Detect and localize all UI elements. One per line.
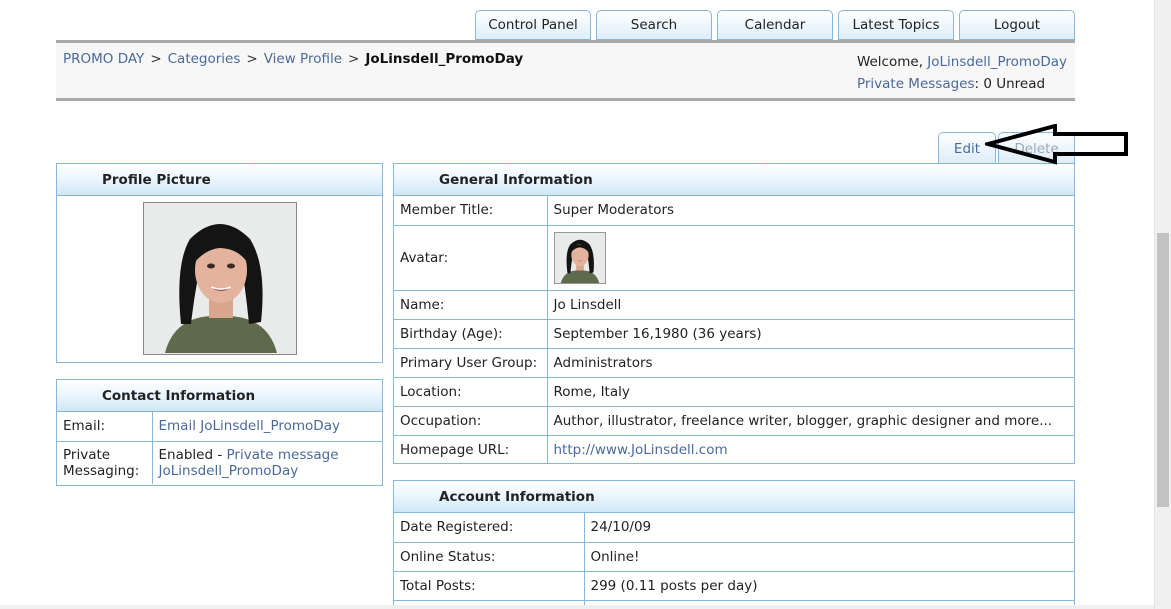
table-row: Total Posts: 299 (0.11 posts per day)	[394, 571, 1074, 601]
general-information-panel: General Information Member Title: Super …	[393, 163, 1075, 464]
location-value: Rome, Italy	[547, 377, 1074, 407]
control-panel-button[interactable]: Control Panel	[475, 10, 591, 40]
breadcrumb-separator: >	[348, 51, 360, 67]
latest-topics-button[interactable]: Latest Topics	[838, 10, 954, 40]
avatar-label: Avatar:	[394, 225, 548, 291]
breadcrumb-item-promo-day[interactable]: PROMO DAY	[63, 51, 144, 67]
location-label: Location:	[394, 377, 548, 407]
table-row: Private Messaging: Enabled - Private mes…	[57, 441, 382, 484]
birthday-label: Birthday (Age):	[394, 319, 548, 349]
pm-enabled-text: Enabled -	[158, 446, 227, 463]
account-information-panel: Account Information Date Registered: 24/…	[393, 480, 1075, 609]
name-label: Name:	[394, 290, 548, 320]
table-row: Occupation: Author, illustrator, freelan…	[394, 406, 1074, 436]
occupation-label: Occupation:	[394, 406, 548, 436]
table-row: Birthday (Age): September 16,1980 (36 ye…	[394, 319, 1074, 349]
search-button[interactable]: Search	[596, 10, 712, 40]
welcome-prefix: Welcome,	[856, 54, 928, 70]
profile-picture-panel: Profile Picture	[56, 163, 383, 363]
table-row: Avatar:	[394, 225, 1074, 291]
member-title-label: Member Title:	[394, 196, 548, 226]
table-row: Location: Rome, Italy	[394, 377, 1074, 407]
breadcrumb-bar: PROMO DAY > Categories > View Profile > JoLins…	[56, 40, 1075, 101]
table-row: Email: Email JoLinsdell_PromoDay	[57, 412, 382, 442]
primary-user-group-value: Administrators	[547, 348, 1074, 378]
primary-user-group-label: Primary User Group:	[394, 348, 548, 378]
table-row: Homepage URL: http://www.JoLinsdell.com	[394, 435, 1074, 464]
contact-information-panel: Contact Information Email: Email JoLinsd…	[56, 379, 383, 486]
total-posts-value: 299 (0.11 posts per day)	[584, 571, 1074, 601]
breadcrumb-item-categories[interactable]: Categories	[168, 51, 241, 67]
calendar-button[interactable]: Calendar	[717, 10, 833, 40]
account-information-title: Account Information	[394, 481, 1074, 513]
avatar-image	[553, 231, 606, 284]
homepage-url-link[interactable]: http://www.JoLinsdell.com	[554, 442, 728, 458]
member-title-value: Super Moderators	[547, 196, 1074, 226]
online-status-label: Online Status:	[394, 542, 585, 572]
table-row: Online Status: Online!	[394, 542, 1074, 572]
horizontal-scrollbar[interactable]	[0, 605, 1154, 609]
contact-table: Email: Email JoLinsdell_PromoDay Private…	[57, 412, 382, 484]
general-table: Member Title: Super Moderators Avatar: N…	[394, 196, 1074, 464]
general-information-title: General Information	[394, 164, 1074, 196]
welcome-box: Welcome, JoLinsdell_PromoDay Private Mes…	[857, 51, 1067, 95]
birthday-value: September 16,1980 (36 years)	[547, 319, 1074, 349]
logout-button[interactable]: Logout	[959, 10, 1075, 40]
profile-photo	[142, 202, 297, 355]
welcome-username-link[interactable]: JoLinsdell_PromoDay	[927, 54, 1067, 70]
homepage-url-label: Homepage URL:	[394, 435, 548, 464]
table-row: Primary User Group: Administrators	[394, 348, 1074, 378]
table-row: Member Title: Super Moderators	[394, 196, 1074, 226]
private-messages-count: : 0 Unread	[974, 76, 1046, 92]
table-row: Name: Jo Linsdell	[394, 290, 1074, 320]
private-messages-link[interactable]: Private Messages	[857, 76, 975, 92]
vertical-scrollbar[interactable]	[1154, 0, 1171, 609]
total-posts-label: Total Posts:	[394, 571, 585, 601]
breadcrumb-separator: >	[150, 51, 162, 67]
private-messaging-label: Private Messaging:	[57, 441, 153, 484]
top-navigation: Control Panel Search Calendar Latest Top…	[475, 10, 1075, 40]
email-link[interactable]: Email JoLinsdell_PromoDay	[159, 418, 340, 434]
breadcrumb-current: JoLinsdell_PromoDay	[365, 51, 524, 67]
email-label: Email:	[57, 412, 153, 442]
name-value: Jo Linsdell	[547, 290, 1074, 320]
breadcrumb: PROMO DAY > Categories > View Profile > JoLins…	[63, 51, 523, 67]
account-table: Date Registered: 24/10/09 Online Status:…	[394, 513, 1074, 609]
table-row: Date Registered: 24/10/09	[394, 513, 1074, 543]
arrow-pointer-icon	[985, 124, 1128, 165]
online-status-value: Online!	[584, 542, 1074, 572]
breadcrumb-separator: >	[246, 51, 258, 67]
date-registered-label: Date Registered:	[394, 513, 585, 543]
date-registered-value: 24/10/09	[584, 513, 1074, 543]
portrait-image	[144, 204, 295, 353]
contact-information-title: Contact Information	[57, 380, 382, 412]
occupation-value: Author, illustrator, freelance writer, b…	[547, 406, 1074, 436]
profile-picture-title: Profile Picture	[57, 164, 382, 196]
breadcrumb-item-view-profile[interactable]: View Profile	[264, 51, 342, 67]
scrollbar-thumb[interactable]	[1157, 233, 1169, 507]
